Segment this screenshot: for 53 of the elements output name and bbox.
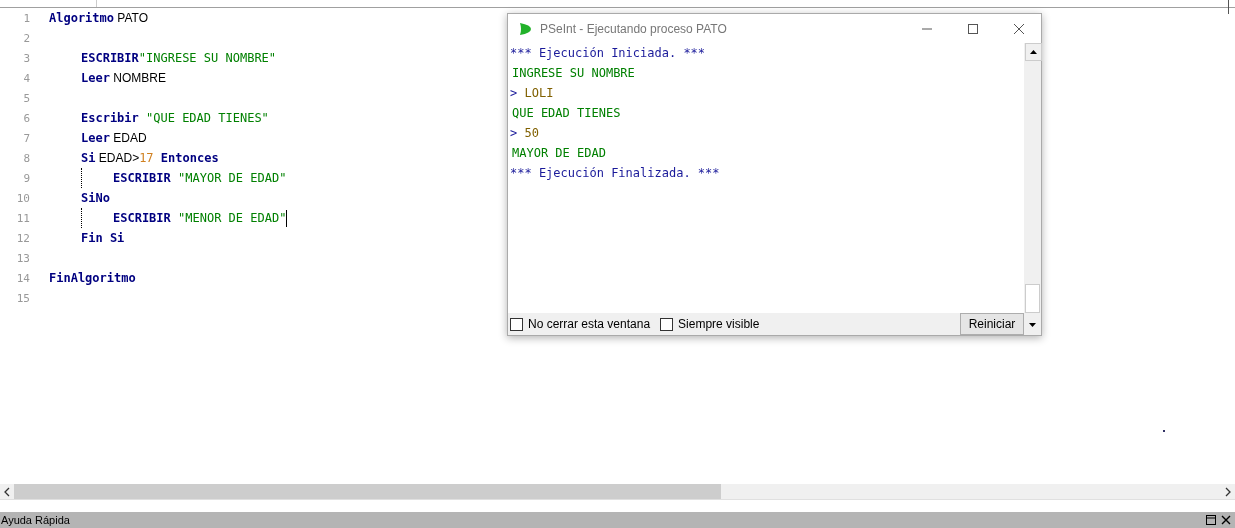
scroll-thumb[interactable] bbox=[1025, 284, 1040, 313]
console-line: > 50 bbox=[510, 125, 540, 142]
panel-title: Ayuda Rápida bbox=[1, 514, 70, 526]
checkbox[interactable] bbox=[510, 317, 523, 331]
code-line: FinAlgoritmo bbox=[49, 270, 136, 286]
scroll-thumb[interactable] bbox=[14, 484, 721, 499]
text-cursor bbox=[286, 209, 288, 227]
line-number: 10 bbox=[15, 191, 31, 205]
console-line: *** Ejecución Iniciada. *** bbox=[510, 45, 707, 62]
console-line: > LOLI bbox=[510, 85, 555, 102]
line-number: 6 bbox=[22, 111, 31, 125]
vertical-scrollbar[interactable] bbox=[1024, 43, 1041, 313]
line-number: 7 bbox=[22, 131, 31, 145]
code-line: ESCRIBIR"INGRESE SU NOMBRE" bbox=[81, 50, 277, 66]
checkbox-label[interactable]: No cerrar esta ventana bbox=[528, 317, 651, 331]
app-icon bbox=[518, 21, 532, 36]
line-number: 14 bbox=[15, 271, 31, 285]
scroll-up-icon[interactable] bbox=[1025, 43, 1042, 61]
indent-guide bbox=[81, 168, 82, 188]
code-line: Escribir "QUE EDAD TIENES" bbox=[81, 110, 269, 126]
line-number: 1 bbox=[22, 11, 31, 25]
checkbox-label[interactable]: Siempre visible bbox=[678, 317, 760, 331]
code-line: Leer NOMBRE bbox=[81, 70, 166, 86]
close-icon[interactable] bbox=[1013, 22, 1025, 35]
line-number: 15 bbox=[15, 291, 31, 305]
line-number: 12 bbox=[15, 231, 31, 245]
line-number: 5 bbox=[22, 91, 31, 105]
code-line: SiNo bbox=[81, 190, 110, 206]
code-line: Leer EDAD bbox=[81, 130, 147, 146]
checkbox[interactable] bbox=[660, 317, 674, 331]
console-line: QUE EDAD TIENES bbox=[511, 105, 622, 122]
console-line: INGRESE SU NOMBRE bbox=[511, 65, 636, 82]
line-number: 8 bbox=[22, 151, 31, 165]
restore-icon[interactable] bbox=[1206, 515, 1216, 525]
line-number: 2 bbox=[22, 31, 31, 45]
window-title: PSeInt - Ejecutando proceso PATO bbox=[540, 21, 728, 36]
horizontal-scrollbar[interactable] bbox=[0, 484, 1235, 499]
line-number: 9 bbox=[22, 171, 31, 185]
code-line: Algoritmo PATO bbox=[49, 10, 149, 26]
indent-guide bbox=[81, 207, 82, 228]
line-number: 4 bbox=[22, 71, 31, 85]
line-number: 3 bbox=[22, 51, 31, 65]
code-line: Si EDAD>17 Entonces bbox=[81, 150, 219, 166]
line-number: 11 bbox=[15, 211, 31, 225]
close-icon[interactable] bbox=[1221, 515, 1231, 525]
restart-button[interactable]: Reiniciar bbox=[960, 313, 1024, 335]
line-number: 13 bbox=[15, 251, 31, 265]
console-line: MAYOR DE EDAD bbox=[511, 145, 607, 162]
code-line: ESCRIBIR "MENOR DE EDAD" bbox=[113, 210, 287, 226]
console-line: *** Ejecución Finalizada. *** bbox=[510, 165, 721, 182]
maximize-icon[interactable] bbox=[967, 22, 979, 35]
code-line: Fin Si bbox=[81, 230, 125, 246]
code-line: ESCRIBIR "MAYOR DE EDAD" bbox=[113, 170, 287, 186]
